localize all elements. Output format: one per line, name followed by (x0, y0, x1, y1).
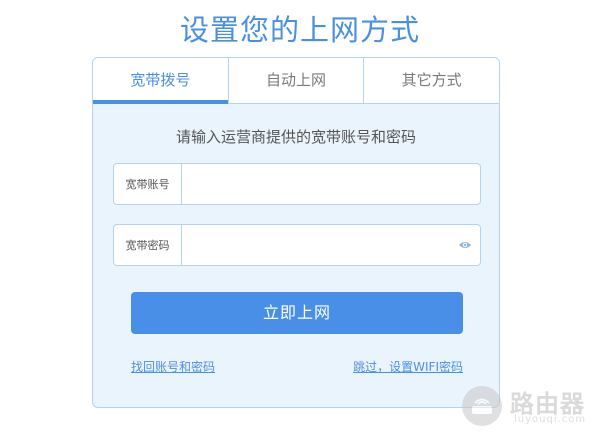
account-label: 宽带账号 (114, 164, 182, 204)
password-label: 宽带密码 (114, 225, 182, 265)
connection-tabs: 宽带拨号 自动上网 其它方式 (93, 58, 499, 104)
watermark-sub: luyouqi.com (514, 414, 587, 425)
account-input[interactable] (182, 164, 480, 204)
skip-setup-link[interactable]: 跳过，设置WIFI密码 (353, 358, 463, 375)
tab-auto-connect[interactable]: 自动上网 (227, 58, 364, 103)
eye-icon[interactable] (450, 225, 480, 265)
tab-broadband-dialup[interactable]: 宽带拨号 (93, 58, 228, 104)
page-title: 设置您的上网方式 (179, 13, 420, 47)
connect-button[interactable]: 立即上网 (131, 292, 463, 334)
account-field: 宽带账号 (113, 163, 481, 205)
tab-other-methods[interactable]: 其它方式 (363, 58, 499, 103)
password-field: 宽带密码 (113, 224, 481, 266)
watermark: 路由器 luyouqi.com (458, 382, 594, 432)
form-prompt: 请输入运营商提供的宽带账号和密码 (175, 128, 416, 146)
connection-card: 宽带拨号 自动上网 其它方式 请输入运营商提供的宽带账号和密码 宽带账号 宽带密… (92, 57, 500, 408)
recover-account-link[interactable]: 找回账号和密码 (131, 358, 215, 375)
router-logo-icon (462, 386, 502, 426)
password-input[interactable] (182, 225, 450, 265)
